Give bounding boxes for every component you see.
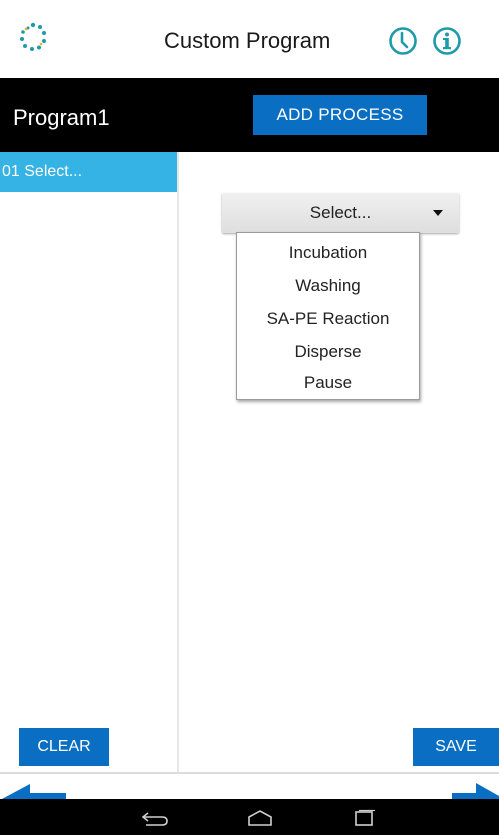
clock-icon[interactable]: [388, 26, 418, 56]
save-button[interactable]: SAVE: [413, 728, 499, 766]
dropdown-option-pause[interactable]: Pause: [237, 373, 419, 393]
dropdown-option-washing[interactable]: Washing: [237, 276, 419, 296]
home-icon[interactable]: [245, 809, 275, 827]
info-icon[interactable]: [432, 26, 462, 56]
dropdown-option-incubation[interactable]: Incubation: [237, 243, 419, 263]
recent-apps-icon[interactable]: [349, 809, 379, 827]
step-item-selected[interactable]: 01 Select...: [0, 152, 177, 192]
chevron-down-icon: [433, 210, 443, 216]
logo-icon: [20, 22, 46, 51]
step-list: [0, 152, 177, 772]
clear-button[interactable]: CLEAR: [19, 728, 109, 766]
page-title: Custom Program: [164, 28, 331, 53]
process-select-value: Select...: [309, 203, 372, 222]
footer-divider: [0, 772, 499, 774]
app-header: Custom Program: [0, 0, 499, 78]
arrow-right-icon[interactable]: [452, 780, 499, 800]
back-icon[interactable]: [140, 809, 170, 827]
process-select[interactable]: Select...: [222, 193, 459, 233]
dropdown-option-disperse[interactable]: Disperse: [237, 342, 419, 362]
add-process-button[interactable]: ADD PROCESS: [253, 95, 427, 135]
program-name: Program1: [13, 105, 110, 130]
process-dropdown-menu: Incubation Washing SA-PE Reaction Disper…: [236, 232, 420, 400]
arrow-left-icon[interactable]: [0, 780, 66, 800]
dropdown-option-sape-reaction[interactable]: SA-PE Reaction: [237, 309, 419, 329]
panel-divider: [177, 152, 179, 772]
